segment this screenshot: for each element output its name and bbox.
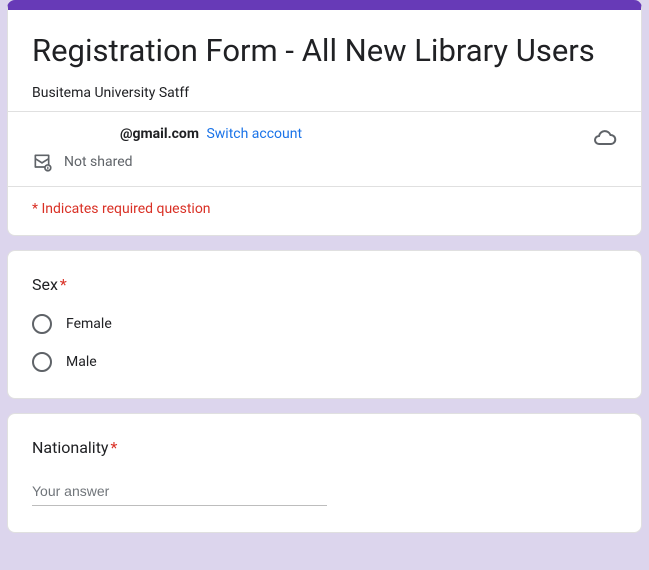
not-shared-label: Not shared [64,154,133,170]
form-subtitle: Busitema University Satff [32,85,617,101]
cloud-icon [593,126,617,150]
question-nationality: Nationality* [7,413,642,533]
header-card: Registration Form - All New Library User… [7,0,642,236]
account-section: @gmail.com Switch account Not shared [8,111,641,186]
required-asterisk: * [111,438,118,457]
required-notice: * Indicates required question [8,186,641,235]
not-shared-icon [32,152,52,172]
radio-icon [32,352,52,372]
account-email-row: @gmail.com Switch account [32,126,593,142]
required-asterisk: * [60,275,67,294]
nationality-input[interactable] [32,477,327,506]
question-label: Sex* [32,275,617,294]
option-label: Male [66,354,97,370]
option-label: Female [66,316,112,332]
radio-option-male[interactable]: Male [32,352,617,372]
question-label: Nationality* [32,438,617,457]
account-email: @gmail.com [120,126,199,142]
switch-account-link[interactable]: Switch account [206,126,302,142]
form-title: Registration Form - All New Library User… [32,32,617,71]
radio-option-female[interactable]: Female [32,314,617,334]
radio-icon [32,314,52,334]
question-sex: Sex* Female Male [7,250,642,399]
